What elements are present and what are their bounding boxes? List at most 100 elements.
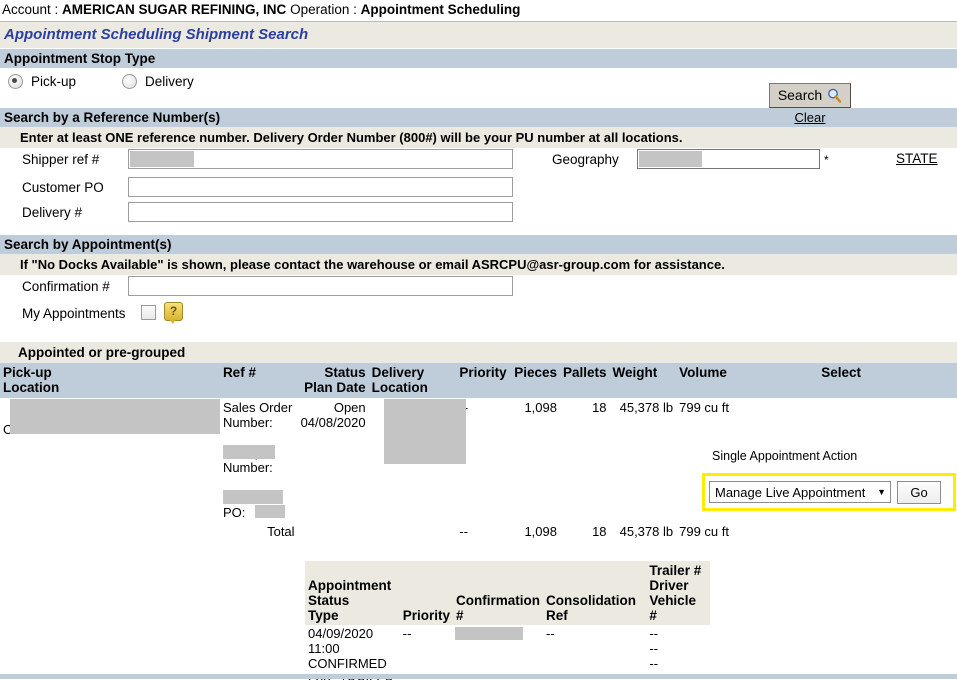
appointments-note: If "No Docks Available" is shown, please… xyxy=(0,254,957,275)
page-title-bar: Appointment Scheduling Shipment Search xyxy=(0,22,957,49)
col-select: Select xyxy=(818,363,957,398)
geography-label: Geography xyxy=(552,152,619,167)
my-appointments-label: My Appointments xyxy=(22,306,126,321)
page-title: Appointment Scheduling Shipment Search xyxy=(4,26,309,43)
col-appointment-status-type: Appointment Status Type xyxy=(305,561,400,625)
cell-appointment-status-type: 04/09/2020 11:00 CONFIRMED LIVE TRAILER xyxy=(305,625,400,680)
col-appt-priority: Priority xyxy=(399,561,454,625)
customer-po-label-cell: Customer PO: xyxy=(222,490,280,520)
appt-time: 11:00 xyxy=(308,641,340,656)
plan-date-value: 04/08/2020 xyxy=(300,415,366,430)
confirmation-input[interactable] xyxy=(128,276,513,296)
trailer-number: -- xyxy=(649,626,659,641)
bottom-divider xyxy=(0,674,957,679)
total-spacer-1 xyxy=(0,522,220,541)
cell-priority: -- xyxy=(456,398,512,522)
col-confirmation-number: Confirmation # xyxy=(453,561,544,625)
cell-pickup-location: Carrier: -- xyxy=(0,398,228,522)
form-row-my-appointments: My Appointments ? xyxy=(0,302,957,329)
form-row-customer-po: Customer PO xyxy=(0,176,957,201)
appointment-action-selected-value: Manage Live Appointment xyxy=(715,484,866,500)
clear-link[interactable]: Clear xyxy=(765,110,855,125)
total-pieces: 1,098 xyxy=(511,522,560,541)
cell-pieces: 1,098 xyxy=(511,398,560,522)
appointment-action-select[interactable]: Manage Live Appointment ▼ xyxy=(709,481,891,503)
volume-value: 799 cu ft xyxy=(679,400,729,415)
section-header-appointments: Search by Appointment(s) xyxy=(0,235,957,254)
total-spacer-4 xyxy=(818,522,957,541)
account-bar: Account : AMERICAN SUGAR REFINING, INC O… xyxy=(0,0,957,22)
col-pickup-location: Pick-up Location xyxy=(0,363,220,398)
form-row-shipper-ref: Shipper ref # Geography * STATE xyxy=(0,148,957,176)
search-button-label: Search xyxy=(777,87,823,103)
radio-pickup-label: Pick-up xyxy=(31,74,77,89)
my-appointments-checkbox[interactable] xyxy=(141,305,156,320)
col-delivery-location: Delivery Location xyxy=(368,363,457,398)
form-row-confirmation: Confirmation # xyxy=(0,275,957,302)
spacer xyxy=(0,329,957,342)
go-button[interactable]: Go xyxy=(897,480,941,504)
reference-form: Shipper ref # Geography * STATE Customer… xyxy=(0,148,957,235)
single-appointment-action-box: Manage Live Appointment ▼ Go xyxy=(702,473,956,511)
pieces-value: 1,098 xyxy=(524,400,557,415)
total-row: Total -- 1,098 18 45,378 lb 799 cu ft xyxy=(0,522,957,541)
pallets-value: 18 xyxy=(592,400,607,415)
form-row-delivery-number: Delivery # xyxy=(0,201,957,227)
account-label: Account : xyxy=(2,2,59,17)
reference-note: Enter at least ONE reference number. Del… xyxy=(0,127,957,148)
appointment-detail-row: 04/09/2020 11:00 CONFIRMED LIVE TRAILER … xyxy=(305,625,710,680)
col-consolidation-ref: Consolidation Ref xyxy=(543,561,647,625)
cell-weight: 45,378 lb xyxy=(609,398,677,522)
single-appointment-action-label: Single Appointment Action xyxy=(712,449,858,463)
confirmation-label: Confirmation # xyxy=(22,279,110,294)
magnifier-icon xyxy=(827,88,842,103)
cell-appt-priority: -- xyxy=(399,625,454,680)
priority-value: -- xyxy=(459,400,469,415)
appt-date: 04/09/2020 xyxy=(308,626,374,641)
col-weight: Weight xyxy=(609,363,677,398)
app-page: Account : AMERICAN SUGAR REFINING, INC O… xyxy=(0,0,957,680)
cell-trailer-driver-vehicle: -- -- -- xyxy=(646,625,710,680)
col-volume: Volume xyxy=(676,363,819,398)
customer-po-input[interactable] xyxy=(128,177,513,197)
results-title: Appointed or pre-grouped xyxy=(0,342,957,363)
search-button[interactable]: Search xyxy=(768,83,852,108)
geography-state-link[interactable]: STATE xyxy=(896,151,938,166)
confirmation-number-redaction xyxy=(455,627,524,640)
carrier-value: Carrier: -- xyxy=(3,422,59,437)
total-volume: 799 cu ft xyxy=(676,522,819,541)
search-controls: Search Clear xyxy=(765,83,855,125)
appointment-detail-wrapper: Appointment Status Type Priority Confirmat… xyxy=(305,561,710,680)
geography-input[interactable] xyxy=(637,149,820,169)
stop-type-row: Pick-up Delivery Search Clear xyxy=(0,68,957,125)
col-status-plan-date: Status Plan Date xyxy=(297,363,369,398)
customer-po-label: Customer PO xyxy=(22,180,104,195)
question-help-icon[interactable]: ? xyxy=(164,302,183,324)
pickup-number-label: Pickup Number: xyxy=(222,445,273,475)
appt-status: CONFIRMED xyxy=(308,656,387,671)
geography-required-mark: * xyxy=(824,153,829,167)
delivery-number-label: Delivery # xyxy=(22,205,83,220)
delivery-number-input[interactable] xyxy=(128,202,513,222)
sales-order-value xyxy=(223,430,295,445)
stop-type-radio-group: Pick-up Delivery xyxy=(8,74,194,89)
total-weight: 45,378 lb xyxy=(609,522,677,541)
col-pieces: Pieces xyxy=(511,363,560,398)
appointment-form: Confirmation # My Appointments ? xyxy=(0,275,957,342)
total-spacer-2 xyxy=(297,522,369,541)
shipper-ref-input[interactable] xyxy=(128,149,513,169)
total-priority: -- xyxy=(456,522,512,541)
radio-pickup[interactable] xyxy=(8,74,23,89)
total-spacer-3 xyxy=(368,522,457,541)
radio-delivery[interactable] xyxy=(122,74,138,89)
operation-value: Appointment Scheduling xyxy=(360,2,521,17)
driver-value: -- xyxy=(649,641,659,656)
col-trailer-driver-vehicle: Trailer # Driver Vehicle # xyxy=(646,561,710,625)
cell-delivery-location xyxy=(368,398,466,522)
vehicle-number: -- xyxy=(649,656,659,671)
shipper-ref-label: Shipper ref # xyxy=(22,152,100,167)
col-ref-number: Ref # xyxy=(219,363,298,398)
cell-confirmation-number xyxy=(453,625,544,680)
appointment-detail-header-row: Appointment Status Type Priority Confirmat… xyxy=(305,561,710,625)
chevron-down-icon: ▼ xyxy=(877,487,886,497)
